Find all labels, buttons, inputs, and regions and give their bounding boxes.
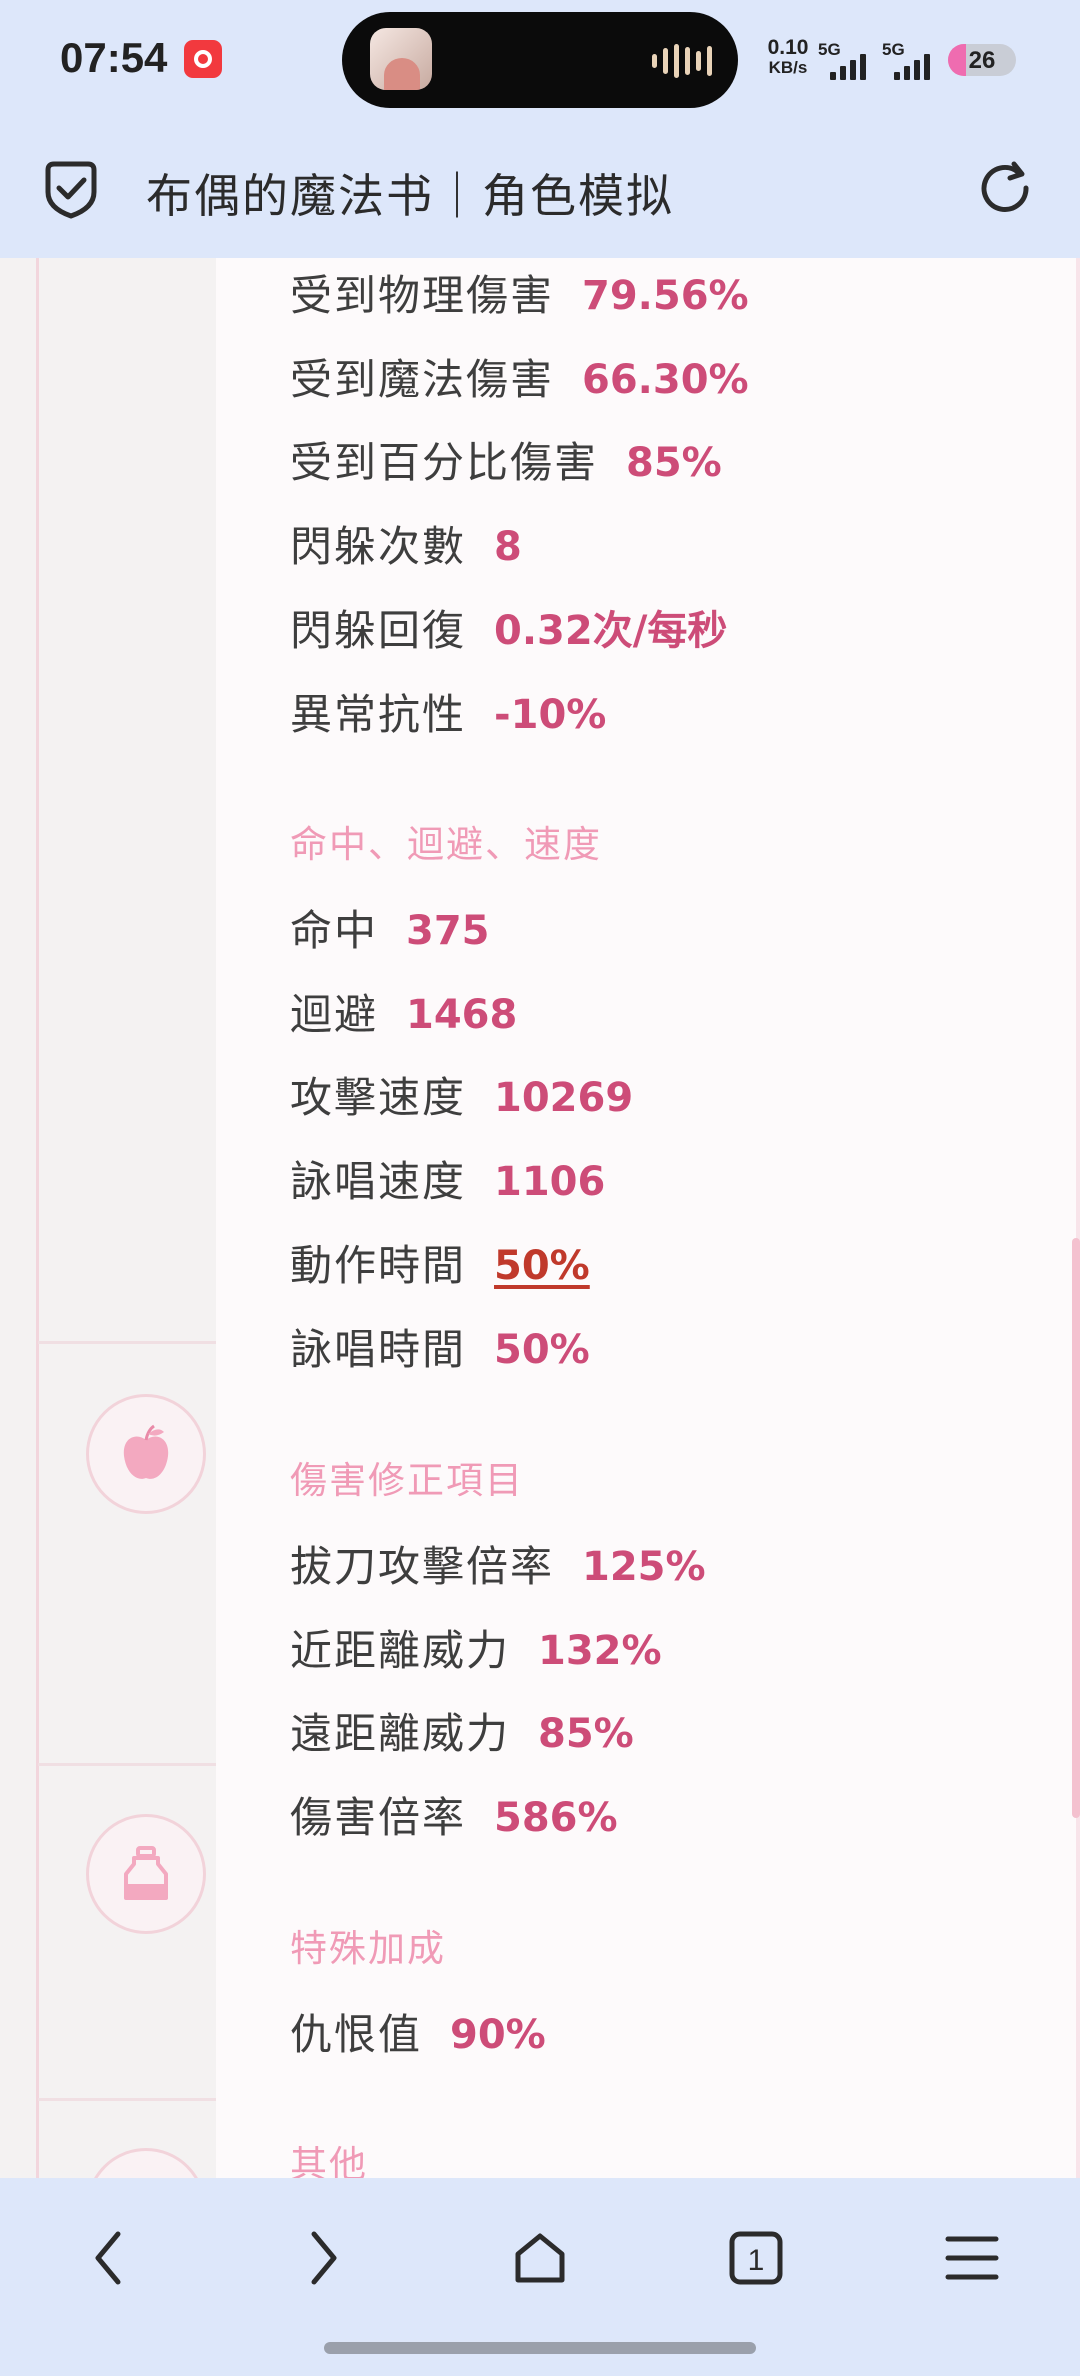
stat-row: 動作時間 50% bbox=[290, 1236, 590, 1296]
potion-bottle-icon[interactable] bbox=[86, 1814, 206, 1934]
left-rail bbox=[0, 258, 216, 2178]
stat-row: 詠唱速度 1106 bbox=[290, 1157, 606, 1206]
notification-app-icon bbox=[184, 40, 222, 78]
page-title: 布偶的魔法书｜角色模拟 bbox=[146, 169, 674, 223]
music-cover-thumbnail bbox=[370, 28, 432, 90]
stat-row: 迴避 1468 bbox=[290, 990, 518, 1039]
stat-row: 仇恨值 90% bbox=[290, 2010, 546, 2059]
stat-row: 受到魔法傷害 66.30% bbox=[290, 355, 749, 404]
stat-row: 閃躲次數 8 bbox=[290, 522, 522, 571]
stat-row: 受到物理傷害 79.56% bbox=[290, 271, 749, 320]
stat-row: 拔刀攻擊倍率 125% bbox=[290, 1542, 706, 1591]
stat-row: 遠距離威力 85% bbox=[290, 1709, 634, 1758]
stat-row: 傷害倍率 586% bbox=[290, 1793, 618, 1842]
section-title-special-bonus: 特殊加成 bbox=[290, 1927, 446, 1970]
back-icon[interactable] bbox=[68, 2218, 148, 2298]
status-bar: 07:54 0.10 KB/s 5G 5G 26 bbox=[0, 0, 1080, 118]
section-title-other: 其他 bbox=[290, 2143, 368, 2178]
tabs-icon[interactable]: 1 bbox=[716, 2218, 796, 2298]
signal-strength-icon-1: 5G bbox=[818, 40, 866, 80]
tab-count: 1 bbox=[748, 2244, 765, 2277]
signal-strength-icon-2: 5G bbox=[882, 40, 930, 80]
dynamic-island[interactable] bbox=[342, 12, 738, 108]
stat-row: 近距離威力 132% bbox=[290, 1626, 662, 1675]
audio-wave-icon bbox=[652, 44, 712, 78]
shield-check-icon[interactable] bbox=[40, 158, 102, 220]
stat-row: 命中 375 bbox=[290, 906, 490, 955]
home-indicator[interactable] bbox=[324, 2342, 756, 2354]
browser-header: 布偶的魔法书｜角色模拟 bbox=[0, 118, 1080, 258]
battery-icon: 26 bbox=[948, 44, 1016, 76]
stat-row: 受到百分比傷害 85% bbox=[290, 438, 722, 487]
section-title-damage-modifiers: 傷害修正項目 bbox=[290, 1459, 524, 1502]
stat-row: 詠唱時間 50% bbox=[290, 1325, 590, 1374]
stat-row: 攻擊速度 10269 bbox=[290, 1073, 634, 1122]
status-time: 07:54 bbox=[60, 34, 168, 81]
apple-icon[interactable] bbox=[86, 1394, 206, 1514]
forward-icon[interactable] bbox=[284, 2218, 364, 2298]
section-title-hit-evade-speed: 命中、迴避、速度 bbox=[290, 823, 602, 866]
network-speed: 0.10 KB/s bbox=[767, 36, 809, 77]
circle-icon[interactable] bbox=[86, 2148, 206, 2178]
scrollbar-thumb[interactable] bbox=[1072, 1238, 1080, 1818]
stat-row: 異常抗性 -10% bbox=[290, 690, 607, 739]
page-content[interactable]: 受到物理傷害 79.56% 受到魔法傷害 66.30% 受到百分比傷害 85% 閃躲次… bbox=[0, 258, 1080, 2178]
action-time-link[interactable]: 50% bbox=[494, 1236, 590, 1296]
stat-row: 閃躲回復 0.32次/每秒 bbox=[290, 606, 728, 655]
home-icon[interactable] bbox=[500, 2218, 580, 2298]
reload-icon[interactable] bbox=[974, 158, 1036, 220]
menu-icon[interactable] bbox=[932, 2218, 1012, 2298]
scrollbar-track[interactable] bbox=[1076, 258, 1080, 2178]
